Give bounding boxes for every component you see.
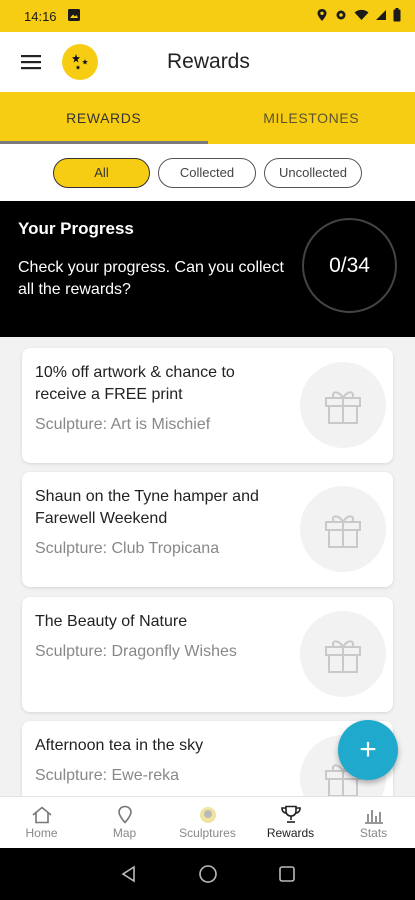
- reward-gift-badge: [300, 486, 386, 572]
- home-icon: [31, 805, 52, 823]
- app-logo: [62, 44, 98, 80]
- filter-all-chip[interactable]: All: [53, 157, 150, 188]
- settings-status-icon: [334, 8, 348, 25]
- reward-gift-badge: [300, 362, 386, 448]
- nav-home[interactable]: Home: [0, 797, 83, 848]
- progress-description: Check your progress. Can you collect all…: [18, 259, 284, 298]
- reward-title: Shaun on the Tyne hamper and Farewell We…: [35, 488, 259, 527]
- reward-sculpture: Sculpture: Art is Mischief: [35, 416, 211, 433]
- page-title: Rewards: [167, 50, 250, 73]
- progress-panel: Your Progress Check your progress. Can y…: [0, 201, 415, 337]
- bottom-navigation: Home Map Sculptures Rewards Stats: [0, 796, 415, 848]
- location-icon: [316, 8, 328, 25]
- add-fab-button[interactable]: +: [338, 720, 398, 780]
- filter-collected-chip[interactable]: Collected: [158, 157, 256, 188]
- nav-map-label: Map: [112, 826, 137, 840]
- reward-sculpture: Sculpture: Club Tropicana: [35, 540, 220, 557]
- reward-title: The Beauty of Nature: [35, 613, 188, 630]
- tab-milestones[interactable]: MILESTONES: [208, 92, 415, 144]
- image-notification-icon: [67, 8, 81, 25]
- star-logo-icon: [72, 54, 88, 70]
- back-icon[interactable]: [120, 865, 138, 883]
- nav-rewards[interactable]: Rewards: [249, 797, 332, 848]
- recents-icon[interactable]: [278, 865, 296, 883]
- trophy-icon: [280, 805, 301, 823]
- reward-sculpture: Sculpture: Dragonfly Wishes: [35, 643, 237, 660]
- filter-uncollected-chip[interactable]: Uncollected: [264, 157, 362, 188]
- nav-stats[interactable]: Stats: [332, 797, 415, 848]
- wifi-icon: [354, 9, 369, 24]
- gift-icon: [325, 391, 361, 424]
- home-circle-icon[interactable]: [198, 864, 218, 884]
- nav-sculptures-label: Sculptures: [179, 826, 236, 840]
- plus-icon: +: [359, 733, 377, 766]
- battery-icon: [393, 7, 401, 25]
- system-navigation-bar: [0, 848, 415, 900]
- nav-sculptures[interactable]: Sculptures: [166, 797, 249, 848]
- tab-rewards[interactable]: REWARDS: [0, 92, 208, 144]
- map-pin-icon: [117, 805, 132, 824]
- menu-button[interactable]: [0, 32, 62, 92]
- hamburger-menu-icon: [21, 55, 41, 70]
- stats-icon: [364, 809, 383, 824]
- reward-sculpture: Sculpture: Ewe-reka: [35, 767, 180, 784]
- reward-title: 10% off artwork & chance to receive a FR…: [35, 364, 235, 403]
- tab-bar: REWARDS MILESTONES: [0, 92, 415, 144]
- signal-icon: [375, 9, 387, 24]
- nav-rewards-label: Rewards: [266, 826, 315, 840]
- gift-icon: [325, 515, 361, 548]
- reward-gift-badge: [300, 611, 386, 697]
- reward-title: Afternoon tea in the sky: [35, 737, 204, 754]
- progress-title: Your Progress: [18, 219, 134, 238]
- reward-card[interactable]: Shaun on the Tyne hamper and Farewell We…: [22, 472, 393, 587]
- nav-map[interactable]: Map: [83, 797, 166, 848]
- gift-icon: [325, 640, 361, 673]
- progress-counter: 0/34: [302, 218, 397, 313]
- app-bar: Rewards: [0, 32, 415, 92]
- sculptures-icon: [199, 807, 216, 823]
- nav-stats-label: Stats: [359, 825, 388, 840]
- filter-chips: All Collected Uncollected: [0, 144, 415, 201]
- reward-card[interactable]: 10% off artwork & chance to receive a FR…: [22, 348, 393, 463]
- progress-count: 0/34: [329, 253, 370, 277]
- reward-card[interactable]: The Beauty of Nature Sculpture: Dragonfl…: [22, 597, 393, 712]
- nav-home-label: Home: [25, 825, 58, 840]
- status-time: 14:16: [24, 8, 57, 24]
- status-bar: 14:16: [0, 0, 415, 32]
